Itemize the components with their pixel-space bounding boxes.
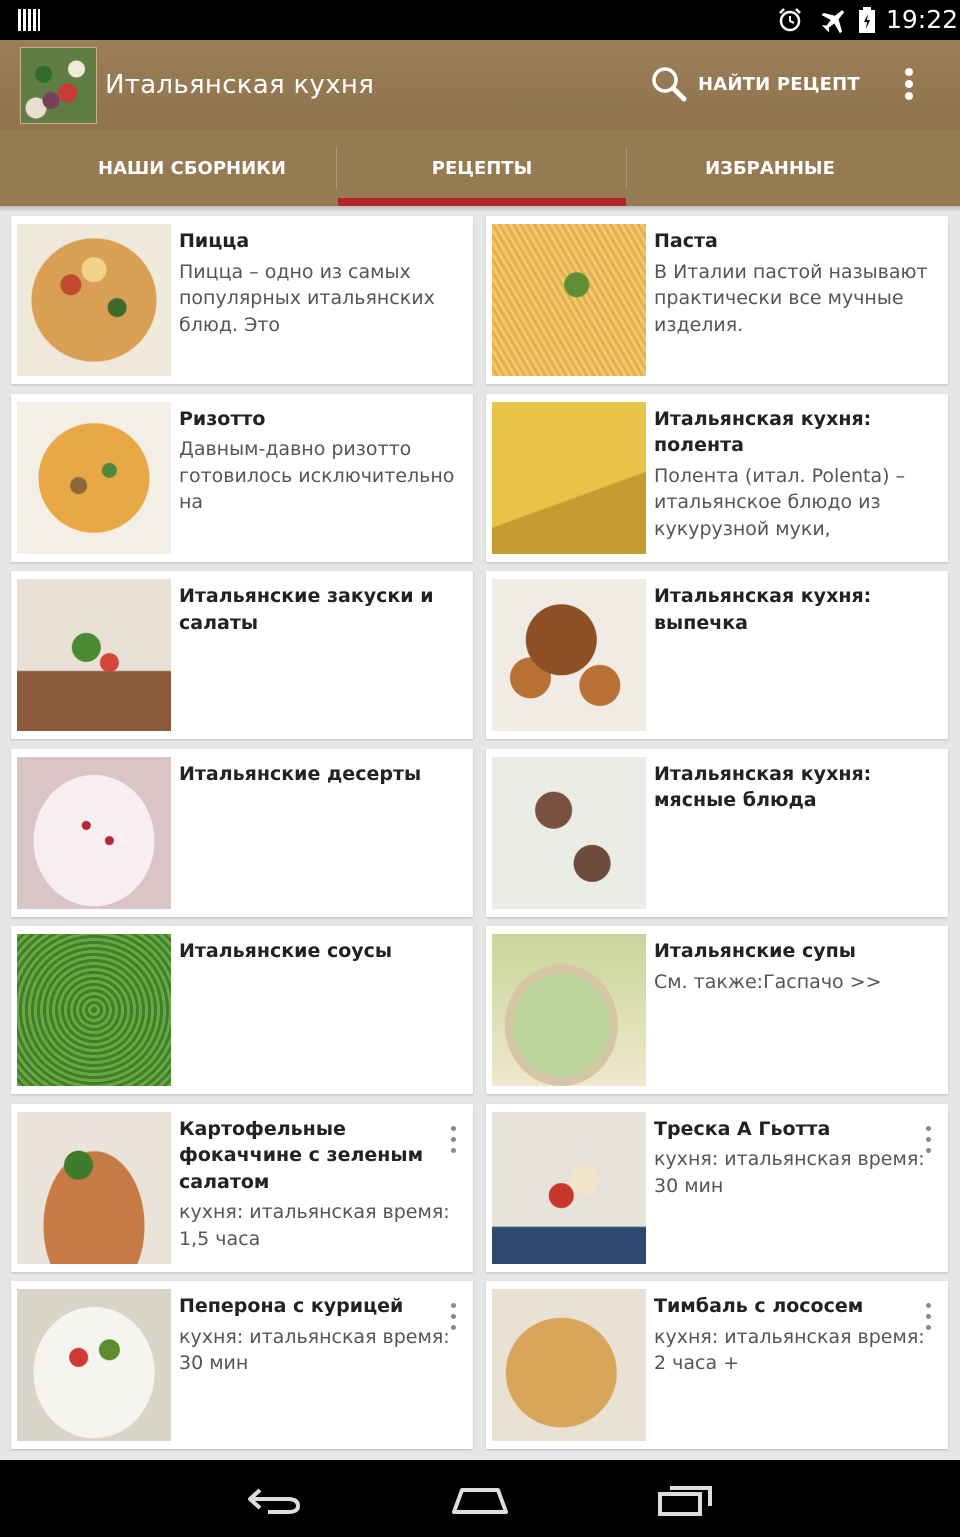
navigation-bar bbox=[0, 1460, 960, 1537]
recipe-thumbnail bbox=[17, 1289, 171, 1441]
recipe-thumbnail bbox=[492, 224, 646, 376]
app-logo[interactable] bbox=[20, 47, 97, 124]
recipe-title: Итальянские супы bbox=[654, 940, 856, 962]
recipe-description: Давным-давно ризотто готовилось исключит… bbox=[179, 438, 455, 513]
recipe-thumbnail bbox=[492, 401, 646, 554]
recipe-title: Итальянская кухня: мясные блюда bbox=[654, 762, 872, 812]
airplane-mode-icon bbox=[821, 10, 845, 34]
recipe-thumbnail bbox=[17, 579, 171, 731]
find-recipe-button[interactable]: НАЙТИ РЕЦЕПТ bbox=[650, 62, 860, 106]
tab-our-collections[interactable]: НАШИ СБОРНИКИ bbox=[48, 130, 336, 206]
recipe-card[interactable]: Итальянская кухня: полента Полента (итал.… bbox=[486, 393, 948, 562]
find-recipe-label: НАЙТИ РЕЦЕПТ bbox=[698, 73, 860, 95]
recipe-title: Пицца bbox=[179, 230, 250, 252]
recipe-thumbnail bbox=[17, 1111, 171, 1264]
recipe-description: В Италии пастой называют практически все… bbox=[654, 260, 928, 336]
overflow-menu-icon[interactable] bbox=[898, 64, 920, 104]
recipe-title: Итальянские соусы bbox=[179, 940, 393, 962]
home-icon[interactable] bbox=[450, 1478, 510, 1520]
recipe-card[interactable]: Паста В Италии пастой называют практическ… bbox=[486, 216, 948, 384]
recipe-description: кухня: итальянская время: 30 мин bbox=[654, 1148, 925, 1197]
recipe-description: кухня: итальянская время: 1,5 часа bbox=[179, 1201, 450, 1250]
recipe-card[interactable]: Картофельные фокаччине с зеленым салатом… bbox=[11, 1103, 473, 1272]
clock: 19:22 bbox=[886, 5, 959, 34]
tab-divider bbox=[626, 148, 627, 188]
recipe-thumbnail bbox=[492, 1289, 646, 1441]
recipe-card[interactable]: Пеперона с курицей кухня: итальянская вре… bbox=[11, 1281, 473, 1449]
card-overflow-menu-icon[interactable] bbox=[924, 1125, 932, 1154]
recipe-card[interactable]: Итальянские десерты bbox=[11, 748, 473, 917]
recipe-card[interactable]: Пицца Пицца – одно из самых популярных ит… bbox=[11, 216, 473, 384]
recipe-card[interactable]: Итальянская кухня: мясные блюда bbox=[486, 748, 948, 917]
recipe-title: Ризотто bbox=[179, 407, 266, 430]
recipe-card[interactable]: Итальянские закуски и салаты bbox=[11, 571, 473, 739]
tab-label: НАШИ СБОРНИКИ bbox=[98, 157, 286, 179]
tab-label: РЕЦЕПТЫ bbox=[431, 157, 533, 179]
card-overflow-menu-icon[interactable] bbox=[449, 1125, 457, 1154]
recipe-title: Пеперона с курицей bbox=[179, 1295, 404, 1317]
tab-recipes[interactable]: РЕЦЕПТЫ bbox=[338, 130, 626, 206]
recipe-title: Паста bbox=[654, 230, 718, 252]
alarm-icon bbox=[779, 8, 801, 32]
recipe-title: Тимбаль с лососем bbox=[654, 1295, 864, 1317]
recipe-description: Полента (итал. Polenta) – итальянское бл… bbox=[654, 464, 906, 540]
recipe-thumbnail bbox=[492, 1111, 646, 1264]
recipe-title: Итальянские закуски и салаты bbox=[179, 585, 434, 634]
search-icon bbox=[652, 67, 687, 102]
tab-favorites[interactable]: ИЗБРАННЫЕ bbox=[628, 130, 912, 206]
recipe-thumbnail bbox=[17, 756, 171, 909]
recipe-card[interactable]: Итальянские соусы bbox=[11, 926, 473, 1094]
recipe-title: Итальянские десерты bbox=[179, 762, 422, 785]
tab-bar: НАШИ СБОРНИКИ РЕЦЕПТЫ ИЗБРАННЫЕ bbox=[0, 130, 960, 206]
tab-shadow bbox=[0, 206, 960, 212]
recipe-card[interactable]: Тимбаль с лососем кухня: итальянская врем… bbox=[486, 1281, 948, 1449]
recipe-thumbnail bbox=[492, 756, 646, 909]
back-icon[interactable] bbox=[244, 1478, 304, 1520]
recipe-description: кухня: итальянская время: 2 часа + bbox=[654, 1325, 925, 1375]
recipe-title: Картофельные фокаччине с зеленым салатом bbox=[179, 1117, 424, 1193]
recipe-description: кухня: итальянская время: 30 мин bbox=[179, 1325, 450, 1375]
recents-icon[interactable] bbox=[656, 1478, 716, 1520]
recipe-card[interactable]: Итальянская кухня: выпечка bbox=[486, 571, 948, 739]
recipe-thumbnail bbox=[492, 579, 646, 731]
recipe-thumbnail bbox=[17, 401, 171, 554]
recipe-description: См. также:Гаспачо >> bbox=[654, 970, 882, 993]
status-bar: 19:22 bbox=[0, 0, 960, 40]
recipe-description: Пицца – одно из самых популярных итальян… bbox=[179, 260, 435, 336]
recipe-thumbnail bbox=[17, 224, 171, 376]
recipe-thumbnail bbox=[492, 934, 646, 1086]
tab-label: ИЗБРАННЫЕ bbox=[705, 157, 835, 179]
selected-tab-indicator bbox=[338, 198, 626, 206]
app-title: Итальянская кухня bbox=[105, 70, 375, 100]
battery-icon bbox=[859, 7, 875, 33]
signal-icon bbox=[18, 9, 40, 31]
recipe-title: Итальянская кухня: выпечка bbox=[654, 585, 872, 634]
recipe-thumbnail bbox=[17, 934, 171, 1086]
tab-divider bbox=[336, 148, 337, 188]
recipe-title: Итальянская кухня: полента bbox=[654, 407, 872, 457]
recipe-card[interactable]: Ризотто Давным-давно ризотто готовилось и… bbox=[11, 393, 473, 562]
recipe-card[interactable]: Итальянские супы См. также:Гаспачо >> bbox=[486, 926, 948, 1094]
recipe-card[interactable]: Треска А Гьотта кухня: итальянская время:… bbox=[486, 1103, 948, 1272]
card-overflow-menu-icon[interactable] bbox=[924, 1303, 932, 1331]
recipe-title: Треска А Гьотта bbox=[654, 1117, 831, 1140]
card-overflow-menu-icon[interactable] bbox=[449, 1303, 457, 1331]
